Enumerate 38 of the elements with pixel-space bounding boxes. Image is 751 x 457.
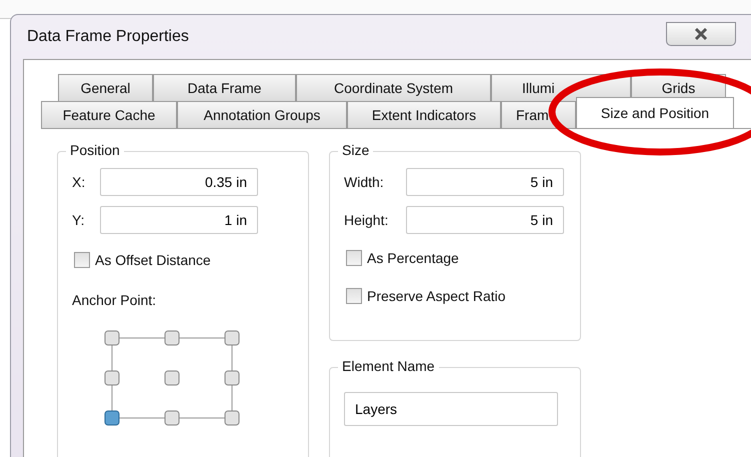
checkbox[interactable] <box>74 252 90 268</box>
anchor-handle[interactable] <box>164 410 180 426</box>
field-label: Y: <box>72 212 86 228</box>
anchor-handle[interactable] <box>224 410 240 426</box>
field-label: Height: <box>344 212 390 228</box>
anchor-handle[interactable] <box>104 410 120 426</box>
tab[interactable]: Extent Indicators <box>347 101 501 128</box>
field-label: Width: <box>344 174 385 190</box>
anchor-handle[interactable] <box>224 370 240 386</box>
checkbox-label: As Offset Distance <box>95 252 211 268</box>
anchor-handle[interactable] <box>164 330 180 346</box>
window-title: Data Frame Properties <box>27 28 189 46</box>
group-title: Element Name <box>338 358 439 374</box>
field-label: X: <box>72 174 86 190</box>
tab[interactable]: General <box>58 74 153 101</box>
checkbox[interactable] <box>346 250 362 266</box>
tab[interactable]: Annotation Groups <box>177 101 347 128</box>
tab[interactable]: Feature Cache <box>41 101 177 128</box>
anchor-handle[interactable] <box>104 370 120 386</box>
tab[interactable]: Coordinate System <box>296 74 491 101</box>
anchor-label: Anchor Point: <box>72 292 158 308</box>
input-field[interactable]: 5 in <box>406 206 564 234</box>
checkbox-label: As Percentage <box>367 250 459 266</box>
anchor-handle[interactable] <box>164 370 180 386</box>
checkbox[interactable] <box>346 288 362 304</box>
close-button[interactable] <box>666 22 736 46</box>
group-title: Size <box>338 142 374 158</box>
anchor-handle[interactable] <box>104 330 120 346</box>
input-field[interactable]: 5 in <box>406 168 564 196</box>
tab[interactable]: Size and Position <box>576 97 734 128</box>
close-icon <box>693 28 709 40</box>
input-field[interactable]: Layers <box>344 392 558 426</box>
group-title: Position <box>66 142 124 158</box>
input-field[interactable]: 1 in <box>100 206 258 234</box>
input-field[interactable]: 0.35 in <box>100 168 258 196</box>
anchor-handle[interactable] <box>224 330 240 346</box>
checkbox-label: Preserve Aspect Ratio <box>367 288 506 304</box>
tab[interactable]: Data Frame <box>153 74 296 101</box>
